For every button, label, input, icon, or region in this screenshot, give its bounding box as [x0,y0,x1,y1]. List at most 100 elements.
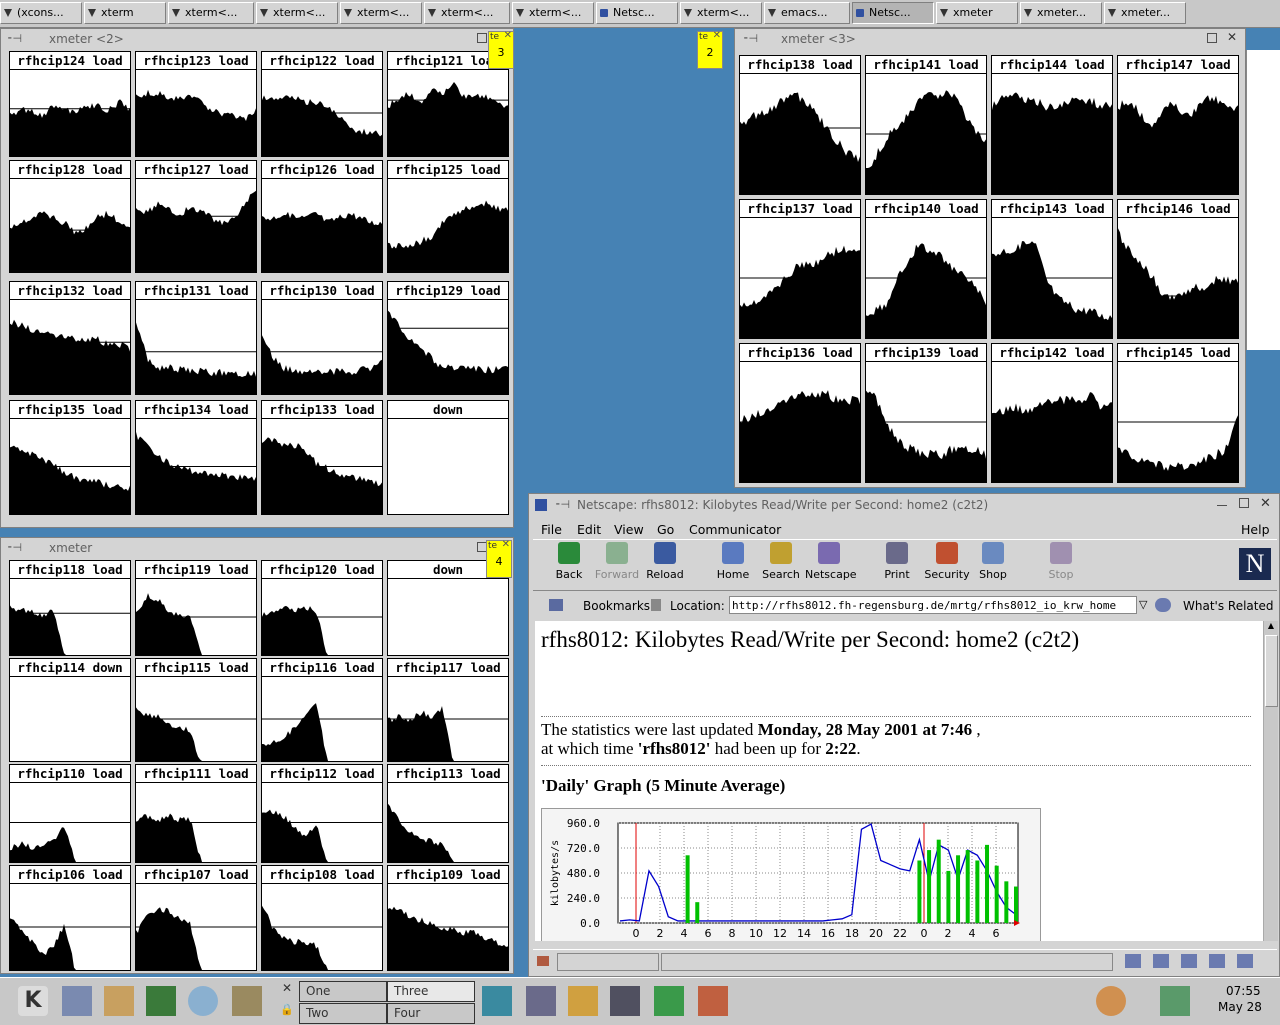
lock-icon[interactable]: 🔒 [278,1003,296,1021]
editor-icon[interactable] [568,986,598,1016]
network-icon[interactable] [1160,986,1190,1016]
search-icon[interactable] [188,986,218,1016]
menu-help[interactable]: Help [1241,522,1270,537]
netscape-logo-icon[interactable]: N [1239,548,1271,580]
taskbar-item[interactable]: xterm<... [256,2,338,24]
title-bar[interactable]: ⁃⊣ Netscape: rfhs8012: Kilobytes Read/Wr… [529,494,1279,516]
pin-icon[interactable]: ⁃⊣ [7,538,22,558]
desktop-note-3[interactable]: te ✕ 3 [488,30,514,69]
desktop-three-button[interactable]: Three [387,981,475,1002]
maximize-button[interactable] [1239,498,1249,508]
taskbar-item-label: xmeter [953,6,993,19]
load-fill [10,99,130,156]
menu-file[interactable]: File [541,522,562,537]
close-button[interactable]: ✕ [1260,497,1271,510]
taskbar-item[interactable]: xterm<... [680,2,762,24]
url-dropdown-icon[interactable]: ▽ [1139,598,1147,611]
menu-go[interactable]: Go [657,522,674,537]
title-bar[interactable]: ⁃⊣ xmeter <3> ✕ [735,29,1245,49]
write-icon[interactable] [654,986,684,1016]
bookmarks-button[interactable]: Bookmarks [583,599,650,613]
taskbar-item-label: (xcons... [17,6,64,19]
pin-icon[interactable]: ⁃⊣ [555,494,570,516]
print-button[interactable]: Print [873,542,921,588]
pin-icon[interactable]: ⁃⊣ [7,29,22,49]
desktop-one-button[interactable]: One [299,981,387,1002]
taskbar-item[interactable]: xmeter [936,2,1018,24]
load-area [262,905,382,970]
console-icon[interactable] [610,986,640,1016]
whats-related-button[interactable]: What's Related [1183,599,1273,613]
menu-communicator[interactable]: Communicator [689,522,781,537]
vertical-scrollbar[interactable]: ▲ [1263,621,1278,941]
close-icon[interactable]: ✕ [502,539,510,550]
desktop-note-2[interactable]: te ✕ 2 [697,30,723,69]
close-icon[interactable]: ✕ [278,981,296,999]
taskbar-item[interactable]: xterm<... [168,2,254,24]
meter-label: rfhcip136 load [740,344,860,361]
taskbar-item[interactable]: xterm<... [424,2,510,24]
taskbar-item[interactable]: xterm<... [340,2,422,24]
scrollbar-thumb[interactable] [1265,635,1278,707]
taskbar-item[interactable]: Netsc... [596,2,678,24]
kde-panel: K ✕ 🔒 One Three Two Four 07:55 May 28 [0,977,1280,1025]
taskbar-item[interactable]: xterm<... [512,2,594,24]
desktop-two-button[interactable]: Two [299,1003,387,1024]
meter-plot [992,74,1112,194]
desktop-note-4[interactable]: te ✕ 4 [486,539,512,578]
shop-icon [982,542,1004,564]
close-icon[interactable]: ✕ [713,30,721,41]
reload-button[interactable]: Reload [641,542,689,588]
scroll-up-icon[interactable]: ▲ [1264,621,1278,633]
minimize-button[interactable] [1217,498,1227,506]
window-list-icon[interactable] [62,986,92,1016]
forward-button[interactable]: Forward [593,542,641,588]
home-button[interactable]: Home [709,542,757,588]
back-button[interactable]: Back [545,542,593,588]
whats-related-icon[interactable] [1155,598,1171,612]
netscape-button[interactable]: Netscape [805,542,857,588]
url-field[interactable] [729,596,1137,614]
taskbar-item[interactable]: Netsc... [852,2,934,24]
maximize-button[interactable] [477,33,487,43]
taskbar-item-label: Netsc... [869,6,911,19]
x-icon [684,9,692,17]
bookmarks-icon[interactable] [549,599,563,611]
k-menu-icon[interactable]: K [18,986,48,1016]
load-area [866,243,986,338]
shop-button[interactable]: Shop [969,542,1017,588]
menu-view[interactable]: View [614,522,644,537]
settings-icon[interactable] [232,986,262,1016]
title-bar[interactable]: ⁃⊣ xmeter [1,538,513,558]
stop-button[interactable]: Stop [1037,542,1085,588]
toolbar-label: Print [884,568,910,581]
security-status-icon[interactable] [537,956,549,966]
reload-icon [654,542,676,564]
home-folder-icon[interactable] [104,986,134,1016]
calculator-icon[interactable] [526,986,556,1016]
load-fill [866,243,986,338]
search-button[interactable]: Search [757,542,805,588]
load-meter: rfhcip118 load [9,560,131,656]
meter-plot [136,70,256,156]
pin-icon[interactable]: ⁃⊣ [743,29,758,49]
close-icon[interactable]: ✕ [504,30,512,41]
desktop-four-button[interactable]: Four [387,1003,475,1024]
security-button[interactable]: Security [923,542,971,588]
component-bar-icons[interactable] [1125,954,1261,968]
draw-icon[interactable] [698,986,728,1016]
taskbar-item[interactable]: xmeter... [1020,2,1102,24]
taskbar-item[interactable]: xmeter... [1104,2,1186,24]
maximize-button[interactable] [1207,33,1217,43]
title-bar[interactable]: ⁃⊣ xmeter <2> [1,29,513,49]
taskbar-item[interactable]: (xcons... [0,2,82,24]
load-area [992,241,1112,338]
terminal-icon[interactable] [146,986,176,1016]
menu-edit[interactable]: Edit [577,522,601,537]
meter-plot [136,300,256,394]
close-button[interactable]: ✕ [1227,31,1237,43]
taskbar-item[interactable]: xterm [84,2,166,24]
shell-icon[interactable] [1096,986,1126,1016]
taskbar-item[interactable]: emacs... [764,2,850,24]
help-book-icon[interactable] [482,986,512,1016]
